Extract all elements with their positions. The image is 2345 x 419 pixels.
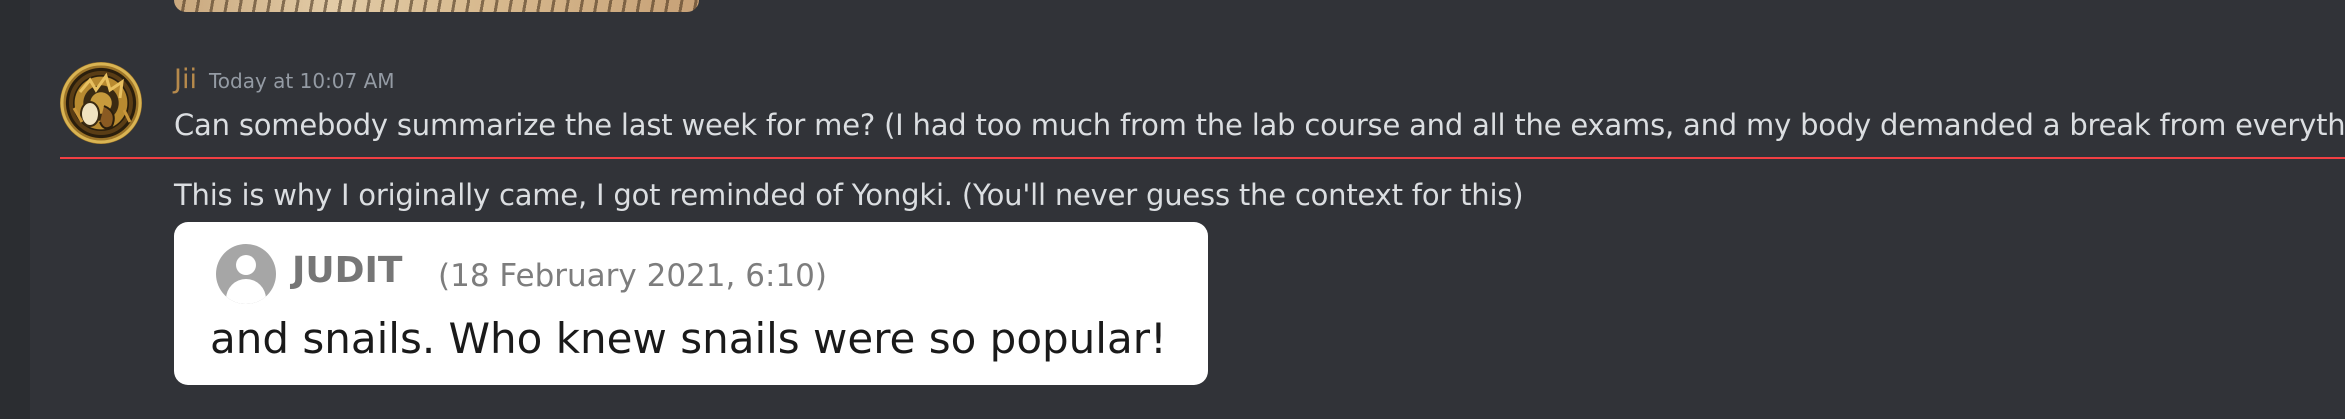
quoted-date: (18 February 2021, 6:10) (438, 258, 827, 294)
message-timestamp[interactable]: Today at 10:07 AM (209, 69, 395, 93)
message-text: Can somebody summarize the last week for… (174, 108, 2345, 142)
new-messages-divider (60, 157, 2345, 159)
message-header: Jii Today at 10:07 AM (174, 64, 395, 100)
default-user-icon (216, 244, 276, 304)
avatar-art-icon (60, 62, 142, 144)
message-text: This is why I originally came, I got rem… (174, 178, 1524, 212)
previous-message-image[interactable] (174, 0, 699, 12)
user-avatar[interactable] (60, 62, 142, 144)
attached-image[interactable]: JUDIT (18 February 2021, 6:10) and snail… (174, 222, 1208, 385)
username[interactable]: Jii (174, 64, 197, 95)
quoted-text: and snails. Who knew snails were so popu… (210, 314, 1167, 363)
left-gutter (0, 0, 30, 419)
quoted-author-name: JUDIT (292, 250, 403, 291)
